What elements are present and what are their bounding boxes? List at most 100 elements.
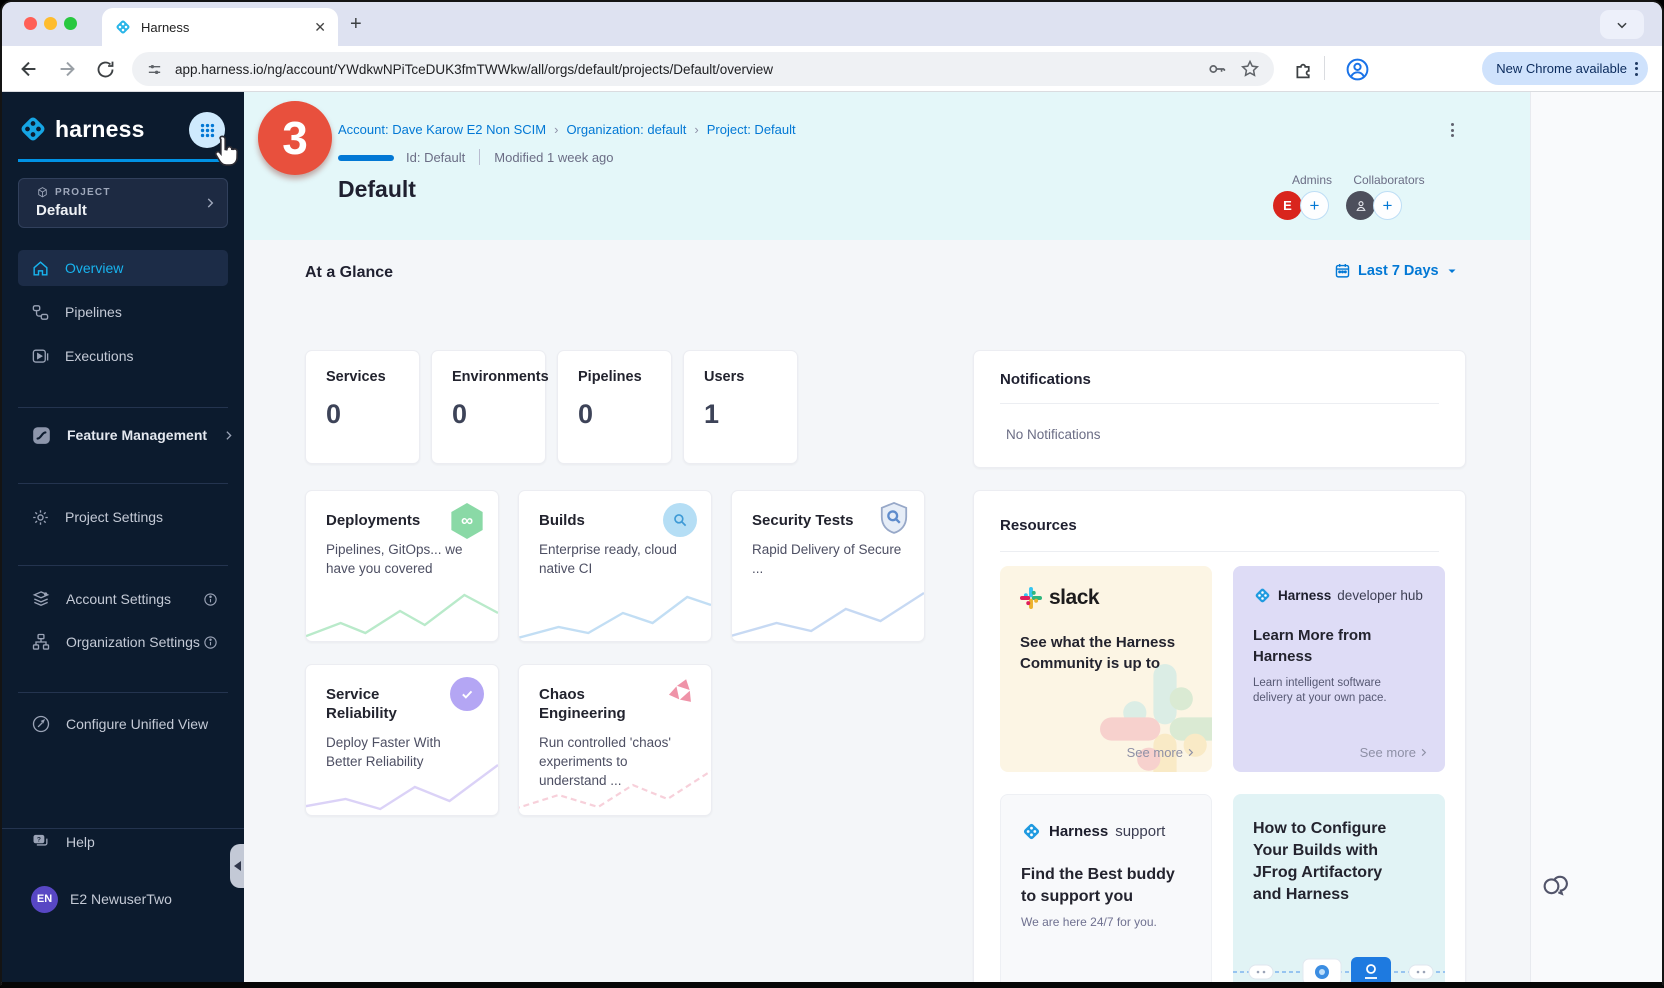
project-selector[interactable]: PROJECT Default [18, 178, 228, 228]
sidebar-accent-divider [18, 159, 228, 162]
browser-window: Harness ✕ + app.harness.io/ng/account/YW… [0, 0, 1664, 988]
breadcrumb-account-link[interactable]: Account: Dave Karow E2 Non SCIM [338, 122, 546, 137]
resource-card-developer-hub[interactable]: Harness developer hub Learn More from Ha… [1233, 566, 1445, 772]
module-card-builds[interactable]: Builds Enterprise ready, cloud native CI [518, 490, 712, 642]
sidebar-item-label: Executions [65, 348, 133, 364]
breadcrumb-org-link[interactable]: Organization: default [566, 122, 686, 137]
admin-avatar[interactable]: E [1273, 191, 1302, 220]
stat-card-users[interactable]: Users 1 [683, 350, 798, 464]
overview-content: At a Glance Last 7 Days Services 0 Envir… [244, 240, 1530, 982]
resource-card-jfrog[interactable]: How to Configure Your Builds with JFrog … [1233, 794, 1445, 988]
chat-help-button[interactable] [1539, 870, 1569, 900]
collaborator-avatar[interactable] [1346, 191, 1375, 220]
back-button[interactable] [16, 56, 42, 82]
minimize-window-button[interactable] [44, 17, 57, 30]
sidebar-item-feature-management[interactable]: Feature Management [2, 417, 244, 453]
svg-text:?: ? [37, 837, 41, 844]
sidebar-user[interactable]: EN E2 NewuserTwo [2, 881, 244, 917]
sidebar-item-configure-unified-view[interactable]: Configure Unified View [2, 706, 244, 742]
tab-close-icon[interactable]: ✕ [314, 19, 326, 36]
module-card-deployments[interactable]: Deployments Pipelines, GitOps... we have… [305, 490, 499, 642]
module-desc: Pipelines, GitOps... we have you covered [326, 540, 478, 578]
panel-divider [1000, 551, 1439, 552]
profile-button[interactable] [1344, 56, 1370, 82]
see-more-link[interactable]: See more [1360, 745, 1429, 760]
back-arrow-icon [18, 58, 40, 80]
add-admin-button[interactable]: + [1300, 191, 1329, 220]
home-icon [31, 259, 50, 278]
sidebar-divider [18, 407, 228, 408]
extensions-button[interactable] [1290, 56, 1316, 82]
sidebar-collapse-handle[interactable] [230, 844, 244, 888]
chaos-engineering-icon [665, 675, 699, 709]
tab-title: Harness [141, 20, 305, 35]
wrench-circle-icon [31, 714, 51, 734]
brand-bold: Harness [1049, 823, 1108, 840]
close-window-button[interactable] [24, 17, 37, 30]
stat-card-pipelines[interactable]: Pipelines 0 [557, 350, 672, 464]
meta-divider [479, 149, 480, 165]
sidebar-item-label: Organization Settings [66, 634, 200, 650]
calendar-icon [1334, 262, 1351, 279]
layers-gear-icon [31, 589, 51, 609]
forward-button[interactable] [54, 56, 80, 82]
reload-button[interactable] [92, 56, 118, 82]
sidebar-item-executions[interactable]: Executions [2, 338, 244, 374]
resource-desc: We are here 24/7 for you. [1021, 915, 1191, 929]
add-collaborator-button[interactable]: + [1373, 191, 1402, 220]
sidebar: harness PROJECT Default [2, 92, 244, 982]
admins-label: Admins [1292, 173, 1332, 187]
browser-tab[interactable]: Harness ✕ [102, 8, 338, 46]
pipeline-diagram [1233, 952, 1445, 988]
date-range-selector[interactable]: Last 7 Days [1334, 262, 1458, 279]
project-header: Account: Dave Karow E2 Non SCIM › Organi… [244, 92, 1530, 240]
browser-menu-icon[interactable] [1635, 62, 1638, 76]
resource-card-support[interactable]: Harness support Find the Best buddy to s… [1000, 794, 1212, 988]
chrome-update-pill[interactable]: New Chrome available [1482, 52, 1648, 85]
sidebar-item-label: Configure Unified View [66, 716, 208, 732]
sidebar-item-label: Feature Management [67, 427, 207, 443]
harness-logo: harness [18, 114, 145, 144]
builds-icon [663, 503, 697, 537]
breadcrumb-project-link[interactable]: Project: Default [707, 122, 796, 137]
module-card-chaos-engineering[interactable]: Chaos Engineering Run controlled 'chaos'… [518, 664, 712, 816]
stat-card-environments[interactable]: Environments 0 [431, 350, 546, 464]
header-menu-button[interactable] [1451, 123, 1454, 137]
tab-search-button[interactable] [1600, 10, 1644, 39]
stat-label: Pipelines [578, 369, 671, 385]
panel-divider [1000, 403, 1439, 404]
breadcrumb-separator: › [694, 122, 698, 137]
harness-favicon [114, 18, 132, 36]
pipelines-icon [31, 303, 50, 322]
stat-card-services[interactable]: Services 0 [305, 350, 420, 464]
notifications-empty-text: No Notifications [1006, 427, 1101, 442]
bookmark-star-icon[interactable] [1240, 59, 1260, 79]
stat-label: Environments [452, 369, 545, 385]
new-tab-button[interactable]: + [350, 13, 362, 36]
notifications-panel: Notifications No Notifications [973, 350, 1466, 468]
site-info-icon[interactable] [146, 61, 163, 78]
security-sparkline [732, 583, 924, 641]
info-icon[interactable] [203, 635, 218, 650]
sidebar-item-account-settings[interactable]: Account Settings [2, 581, 244, 617]
resource-desc: Learn intelligent software delivery at y… [1253, 676, 1418, 706]
stat-label: Services [326, 369, 419, 385]
info-icon[interactable] [203, 592, 218, 607]
see-more-link[interactable]: See more [1127, 745, 1196, 760]
module-title: Service Reliability [326, 685, 446, 723]
sidebar-item-project-settings[interactable]: Project Settings [2, 499, 244, 535]
module-card-service-reliability[interactable]: Service Reliability Deploy Faster With B… [305, 664, 499, 816]
project-id-text: Id: Default [406, 150, 465, 165]
url-bar[interactable]: app.harness.io/ng/account/YWdkwNPiTceDUK… [132, 52, 1274, 86]
modified-text: Modified 1 week ago [494, 150, 613, 165]
sidebar-item-organization-settings[interactable]: Organization Settings [2, 624, 244, 660]
module-desc: Enterprise ready, cloud native CI [539, 540, 691, 578]
password-key-icon[interactable] [1206, 58, 1228, 80]
sidebar-item-pipelines[interactable]: Pipelines [2, 294, 244, 330]
sidebar-item-overview[interactable]: Overview [18, 250, 228, 286]
module-card-security-tests[interactable]: Security Tests Rapid Delivery of Secure … [731, 490, 925, 642]
maximize-window-button[interactable] [64, 17, 77, 30]
resource-card-slack[interactable]: slack See what the Harness Community is … [1000, 566, 1212, 772]
harness-diamond-icon [1253, 586, 1272, 605]
sidebar-item-help[interactable]: ? Help [2, 824, 244, 860]
